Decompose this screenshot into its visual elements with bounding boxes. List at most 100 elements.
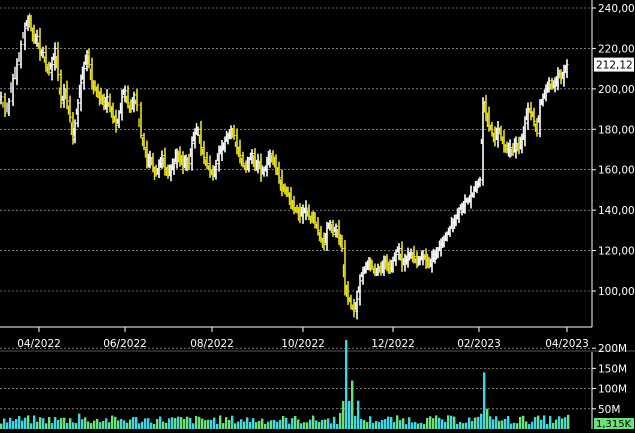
volume-bar bbox=[36, 421, 39, 429]
volume-bar bbox=[366, 422, 369, 429]
volume-bar bbox=[447, 415, 450, 429]
volume-bar bbox=[315, 420, 318, 429]
volume-bar bbox=[306, 422, 309, 429]
volume-bar bbox=[456, 423, 459, 429]
price-tick-label: 240,00 bbox=[598, 3, 635, 15]
volume-bar bbox=[555, 419, 558, 429]
volume-bar bbox=[453, 416, 456, 429]
volume-bar bbox=[66, 422, 69, 429]
volume-bar bbox=[285, 417, 288, 429]
volume-bar bbox=[300, 423, 303, 429]
volume-bar bbox=[129, 419, 132, 429]
volume-bar bbox=[405, 424, 408, 429]
volume-bar bbox=[477, 416, 480, 429]
volume-bar bbox=[357, 400, 360, 429]
volume-bar bbox=[240, 419, 243, 429]
volume-bar bbox=[420, 422, 423, 429]
volume-bar bbox=[333, 416, 336, 429]
volume-bar bbox=[504, 418, 507, 429]
volume-bar bbox=[480, 413, 483, 429]
volume-bar bbox=[6, 422, 9, 429]
volume-bar bbox=[222, 423, 225, 429]
volume-bar bbox=[51, 423, 54, 429]
stock-chart: 240,00 220,00 200,00 180,00 160,00 140,00 120,… bbox=[0, 0, 635, 430]
volume-bar bbox=[183, 419, 186, 429]
volume-bar bbox=[57, 419, 60, 429]
volume-bar bbox=[261, 418, 264, 429]
chart-background bbox=[0, 0, 635, 429]
volume-bar bbox=[336, 423, 339, 429]
volume-bar bbox=[519, 416, 522, 429]
volume-bar bbox=[249, 422, 252, 429]
volume-bar bbox=[171, 417, 174, 429]
volume-bar bbox=[471, 421, 474, 429]
volume-bar bbox=[426, 417, 429, 429]
date-tick-label: 02/2023 bbox=[457, 338, 501, 350]
volume-bar bbox=[549, 416, 552, 429]
volume-bar bbox=[153, 423, 156, 429]
volume-bar bbox=[234, 423, 237, 429]
volume-bar bbox=[387, 416, 390, 429]
volume-bar bbox=[108, 422, 111, 429]
volume-bar bbox=[33, 415, 36, 429]
volume-bar bbox=[258, 420, 261, 429]
volume-bar bbox=[465, 422, 468, 429]
volume-bar bbox=[468, 417, 471, 429]
price-tick-label: 100,00 bbox=[598, 286, 635, 298]
volume-bar bbox=[54, 416, 57, 429]
volume-tick-label: 50M bbox=[598, 404, 620, 416]
date-tick-label: 04/2023 bbox=[545, 338, 589, 350]
volume-bar bbox=[93, 420, 96, 429]
volume-bar bbox=[528, 424, 531, 429]
volume-bar bbox=[483, 372, 486, 429]
volume-bar bbox=[120, 419, 123, 429]
volume-bar bbox=[123, 420, 126, 429]
volume-bar bbox=[207, 419, 210, 429]
volume-bar bbox=[534, 416, 537, 429]
volume-bar bbox=[450, 415, 453, 429]
volume-bar bbox=[99, 422, 102, 429]
volume-bar bbox=[9, 417, 12, 429]
volume-bar bbox=[198, 416, 201, 429]
volume-bar bbox=[81, 419, 84, 429]
volume-bar bbox=[330, 423, 333, 429]
volume-bar bbox=[162, 421, 165, 429]
volume-bar bbox=[90, 423, 93, 429]
volume-bar bbox=[432, 418, 435, 429]
volume-bar bbox=[384, 419, 387, 429]
price-tick-label: 220,00 bbox=[598, 43, 635, 55]
volume-bar bbox=[354, 415, 357, 429]
volume-bar bbox=[522, 415, 525, 429]
volume-bar bbox=[276, 421, 279, 429]
volume-bar bbox=[204, 420, 207, 429]
volume-bar bbox=[219, 415, 222, 429]
volume-bar bbox=[495, 416, 498, 429]
volume-bar bbox=[78, 413, 81, 429]
date-tick-label: 10/2022 bbox=[281, 338, 325, 350]
volume-bar bbox=[408, 417, 411, 429]
volume-bar bbox=[303, 422, 306, 429]
volume-bar bbox=[177, 416, 180, 429]
volume-bar bbox=[114, 416, 117, 429]
volume-bar bbox=[390, 416, 393, 429]
volume-bar bbox=[378, 421, 381, 429]
volume-bar bbox=[492, 419, 495, 429]
volume-bar bbox=[402, 418, 405, 429]
volume-bar bbox=[156, 418, 159, 429]
volume-bar bbox=[270, 420, 273, 429]
volume-bar bbox=[42, 418, 45, 429]
volume-bar bbox=[510, 423, 513, 429]
volume-bar bbox=[375, 421, 378, 429]
volume-bar bbox=[243, 421, 246, 429]
volume-bar bbox=[117, 420, 120, 429]
price-tick-label: 140,00 bbox=[598, 205, 635, 217]
volume-bar bbox=[438, 417, 441, 429]
volume-bar bbox=[138, 423, 141, 429]
volume-bar bbox=[429, 416, 432, 429]
volume-bar bbox=[282, 416, 285, 429]
volume-bar bbox=[516, 423, 519, 429]
volume-bar bbox=[507, 416, 510, 429]
volume-bar bbox=[21, 420, 24, 429]
date-tick-label: 04/2022 bbox=[17, 338, 61, 350]
volume-bar bbox=[102, 420, 105, 429]
